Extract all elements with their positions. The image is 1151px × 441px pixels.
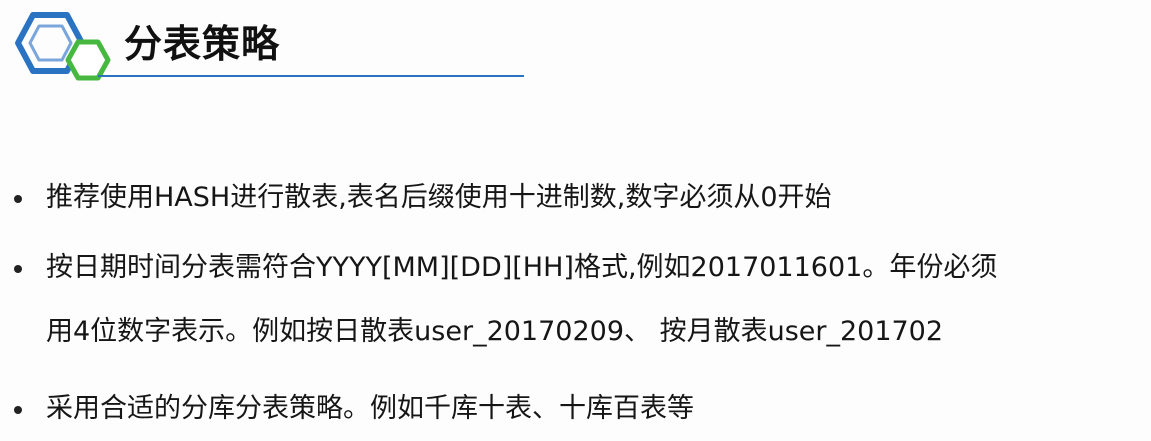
bullet-text-line: 按日期时间分表需符合YYYY[MM][DD][HH]格式,例如201701160… <box>46 252 998 283</box>
slide-title: 分表策略 <box>124 22 281 66</box>
bullet-dot <box>14 265 22 273</box>
bullet-item-3: 采用合适的分库分表策略。例如千库十表、十库百表等 <box>0 387 1151 431</box>
title-underline <box>98 75 524 77</box>
slide: 分表策略 推荐使用HASH进行散表,表名后缀使用十进制数,数字必须从0开始 按日… <box>0 0 1151 441</box>
bullet-dot <box>14 195 22 203</box>
bullet-dot <box>14 406 22 414</box>
bullet-item-1: 推荐使用HASH进行散表,表名后缀使用十进制数,数字必须从0开始 <box>0 176 1151 220</box>
bullet-text-line: 采用合适的分库分表策略。例如千库十表、十库百表等 <box>46 393 694 424</box>
bullet-text-line: 推荐使用HASH进行散表,表名后缀使用十进制数,数字必须从0开始 <box>46 182 832 213</box>
bullet-text-line: 用4位数字表示。例如按日散表user_20170209、 按月散表user_20… <box>46 316 944 347</box>
hexagon-logo-icon <box>15 12 111 81</box>
bullet-item-2: 按日期时间分表需符合YYYY[MM][DD][HH]格式,例如201701160… <box>0 246 1151 352</box>
